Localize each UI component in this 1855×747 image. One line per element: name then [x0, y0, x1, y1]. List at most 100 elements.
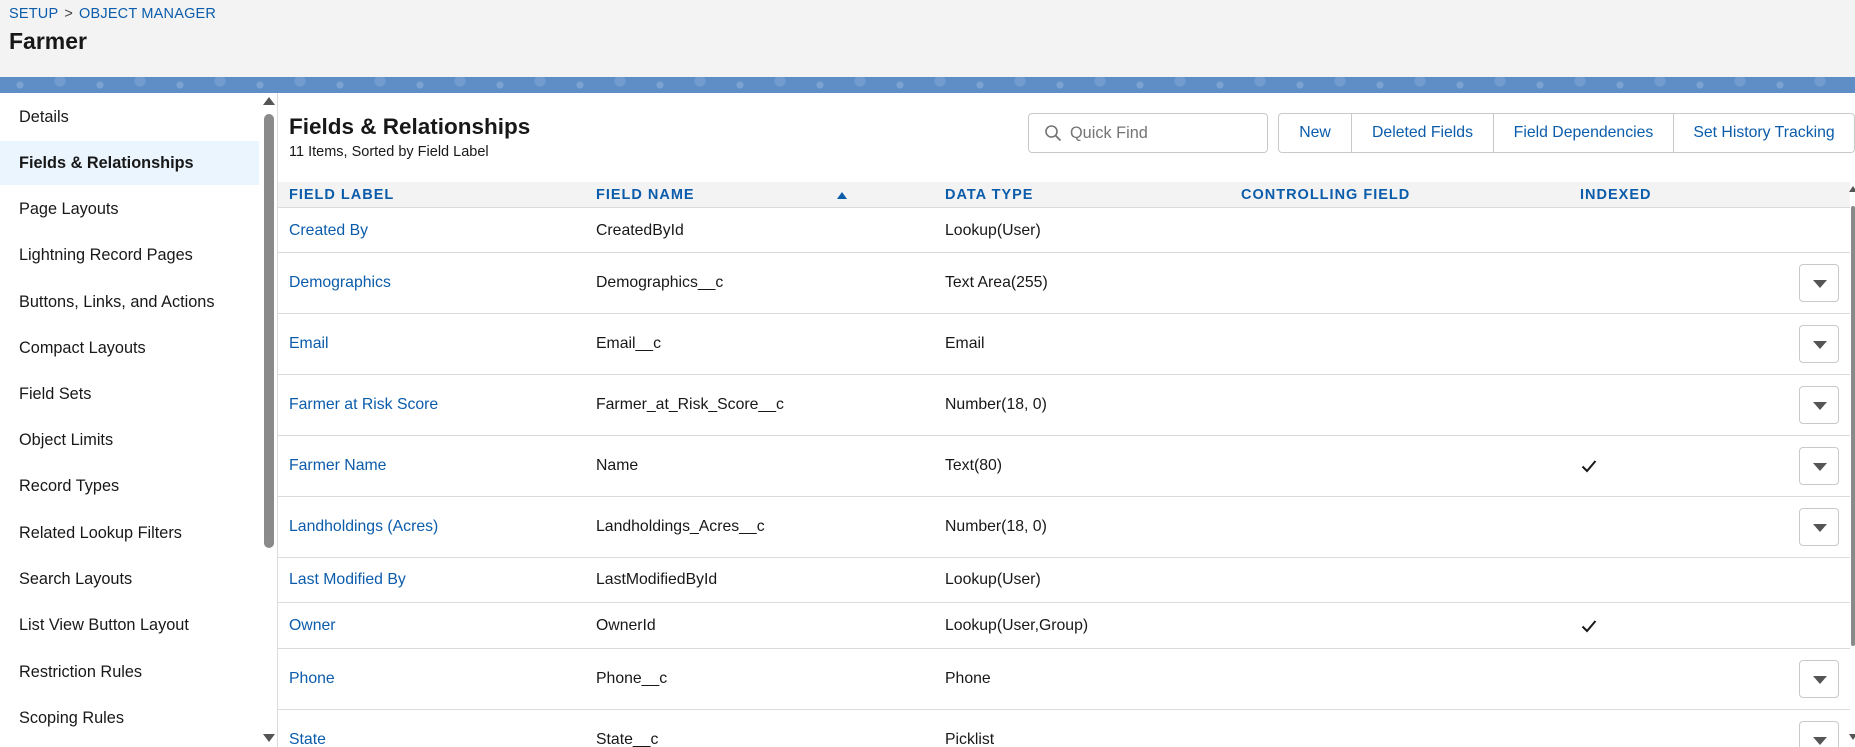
new-button[interactable]: New: [1279, 114, 1352, 152]
sidebar-item-object-limits[interactable]: Object Limits: [0, 418, 259, 462]
data-type-cell: Number(18, 0): [945, 396, 1047, 413]
checkmark-icon: [1581, 619, 1597, 632]
field-name-cell: Farmer_at_Risk_Score__c: [596, 396, 784, 413]
breadcrumb-setup[interactable]: SETUP: [9, 6, 58, 22]
data-type-cell: Phone: [945, 670, 991, 687]
action-button-group: New Deleted Fields Field Dependencies Se…: [1278, 113, 1855, 153]
column-header-field-label[interactable]: FIELD LABEL: [289, 182, 394, 208]
field-label-link[interactable]: Owner: [289, 603, 336, 648]
scrollbar-thumb[interactable]: [1851, 206, 1855, 646]
table-row: Farmer Name Name Text(80): [278, 436, 1850, 497]
sidebar-item-record-types[interactable]: Record Types: [0, 464, 259, 508]
quick-find-input[interactable]: [1070, 123, 1260, 143]
breadcrumb-object-manager[interactable]: OBJECT MANAGER: [79, 6, 216, 22]
sidebar-item-field-sets[interactable]: Field Sets: [0, 372, 259, 416]
search-icon: [1045, 125, 1061, 141]
sidebar-item-label: Lightning Record Pages: [19, 245, 193, 264]
table-row: Phone Phone__c Phone: [278, 649, 1850, 710]
data-type-cell: Lookup(User): [945, 221, 1041, 239]
table-row: Demographics Demographics__c Text Area(255…: [278, 253, 1850, 314]
row-actions-button[interactable]: [1799, 660, 1839, 698]
field-label-link[interactable]: State: [289, 710, 326, 747]
quick-find-box[interactable]: [1028, 113, 1268, 153]
field-name-cell: Name: [596, 457, 639, 474]
deleted-fields-button[interactable]: Deleted Fields: [1352, 114, 1494, 152]
row-actions-button[interactable]: [1799, 386, 1839, 424]
scroll-up-arrow-icon[interactable]: [1849, 186, 1855, 192]
table-row: Created By CreatedById Lookup(User): [278, 209, 1850, 253]
field-name-cell: Email__c: [596, 335, 661, 352]
sidebar-item-scoping-rules[interactable]: Scoping Rules: [0, 696, 259, 740]
scroll-down-arrow-icon[interactable]: [1849, 734, 1855, 740]
data-type-cell: Text Area(255): [945, 274, 1048, 291]
chevron-down-icon: [1813, 463, 1827, 471]
sidebar-scrollbar[interactable]: [262, 93, 276, 747]
sidebar-item-search-layouts[interactable]: Search Layouts: [0, 557, 259, 601]
section-title: Fields & Relationships: [289, 114, 531, 139]
column-header-controlling-field[interactable]: CONTROLLING FIELD: [1241, 182, 1410, 208]
field-label-link[interactable]: Farmer at Risk Score: [289, 375, 438, 435]
scrollbar-thumb[interactable]: [264, 114, 274, 548]
field-name-cell: Phone__c: [596, 670, 668, 687]
sidebar-item-restriction-rules[interactable]: Restriction Rules: [0, 650, 259, 694]
section-subtitle: 11 Items, Sorted by Field Label: [289, 144, 489, 160]
field-label-link[interactable]: Created By: [289, 209, 368, 252]
column-header-field-name[interactable]: FIELD NAME: [596, 182, 695, 208]
sidebar-item-details[interactable]: Details: [0, 95, 259, 139]
field-label-link[interactable]: Last Modified By: [289, 558, 406, 602]
row-actions-button[interactable]: [1799, 264, 1839, 302]
sidebar-item-label: Record Types: [19, 476, 120, 495]
data-type-cell: Number(18, 0): [945, 518, 1047, 535]
sidebar-item-buttons-links-actions[interactable]: Buttons, Links, and Actions: [0, 280, 259, 324]
sidebar-item-label: Fields & Relationships: [19, 153, 194, 172]
chevron-down-icon: [1813, 402, 1827, 410]
breadcrumb: SETUP > OBJECT MANAGER: [9, 6, 216, 22]
sidebar-item-fields-relationships[interactable]: Fields & Relationships: [0, 141, 259, 185]
row-actions-button[interactable]: [1799, 508, 1839, 546]
column-header-indexed[interactable]: INDEXED: [1580, 182, 1651, 208]
checkmark-icon: [1581, 460, 1597, 473]
table-scrollbar[interactable]: [1849, 182, 1855, 747]
data-type-cell: Email: [945, 335, 985, 352]
scroll-up-arrow-icon[interactable]: [263, 97, 275, 105]
data-type-cell: Lookup(User,Group): [945, 616, 1089, 634]
table-row: Landholdings (Acres) Landholdings_Acres__…: [278, 497, 1850, 558]
field-label-link[interactable]: Farmer Name: [289, 436, 386, 496]
table-header: FIELD LABEL FIELD NAME DATA TYPE CONTROL…: [278, 182, 1850, 208]
table-row: Farmer at Risk Score Farmer_at_Risk_Score…: [278, 375, 1850, 436]
sidebar-item-list-view-button-layout[interactable]: List View Button Layout: [0, 603, 259, 647]
field-name-cell: CreatedById: [596, 221, 684, 239]
sidebar-item-label: Related Lookup Filters: [19, 523, 182, 542]
decorative-banner: [0, 77, 1855, 93]
sidebar-item-compact-layouts[interactable]: Compact Layouts: [0, 326, 259, 370]
row-actions-button[interactable]: [1799, 721, 1839, 747]
field-label-link[interactable]: Demographics: [289, 253, 391, 313]
scroll-down-arrow-icon[interactable]: [263, 734, 275, 742]
sidebar-item-label: Compact Layouts: [19, 338, 146, 357]
table-row: Last Modified By LastModifiedById Lookup(U…: [278, 558, 1850, 603]
row-actions-button[interactable]: [1799, 325, 1839, 363]
sidebar-item-label: Buttons, Links, and Actions: [19, 292, 215, 311]
set-history-tracking-button[interactable]: Set History Tracking: [1674, 114, 1854, 152]
sidebar-item-label: Search Layouts: [19, 569, 133, 588]
field-label-link[interactable]: Phone: [289, 649, 335, 709]
table-row: State State__c Picklist: [278, 710, 1850, 747]
sidebar-item-label: Object Limits: [19, 430, 114, 449]
field-label-link[interactable]: Email: [289, 314, 329, 374]
sidebar-item-label: Details: [19, 107, 69, 126]
chevron-down-icon: [1813, 737, 1827, 745]
chevron-down-icon: [1813, 341, 1827, 349]
column-header-data-type[interactable]: DATA TYPE: [945, 182, 1033, 208]
field-label-link[interactable]: Landholdings (Acres): [289, 497, 438, 557]
table-row: Owner OwnerId Lookup(User,Group): [278, 603, 1850, 649]
data-type-cell: Picklist: [945, 731, 995, 747]
sidebar-item-page-layouts[interactable]: Page Layouts: [0, 187, 259, 231]
chevron-down-icon: [1813, 524, 1827, 532]
sidebar-item-label: Field Sets: [19, 384, 92, 403]
field-dependencies-button[interactable]: Field Dependencies: [1494, 114, 1674, 152]
row-actions-button[interactable]: [1799, 447, 1839, 485]
chevron-down-icon: [1813, 280, 1827, 288]
sidebar-item-related-lookup-filters[interactable]: Related Lookup Filters: [0, 511, 259, 555]
sidebar-item-lightning-record-pages[interactable]: Lightning Record Pages: [0, 233, 259, 277]
sort-ascending-icon[interactable]: [837, 192, 847, 199]
